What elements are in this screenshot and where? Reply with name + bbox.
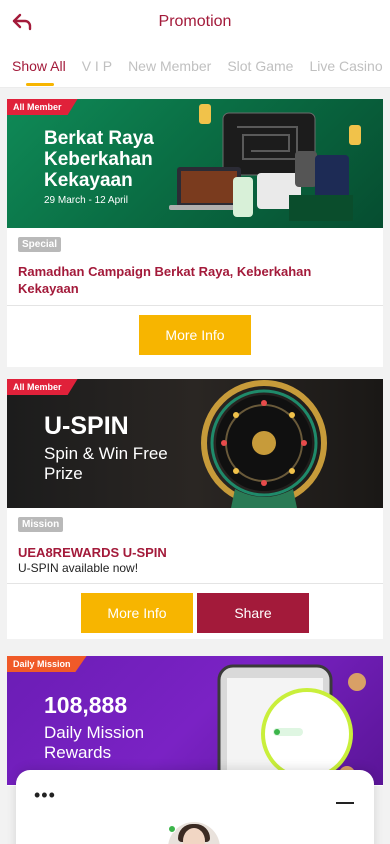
- banner-headline-1: 108,888: [44, 692, 128, 718]
- tag-wrapper: Special: [18, 234, 62, 252]
- ribbon-badge: Daily Mission: [7, 656, 87, 672]
- banner-headline-3: Rewards: [44, 743, 112, 762]
- tag-chip: Special: [18, 237, 62, 252]
- banner-headline-2: Daily Mission: [44, 723, 145, 742]
- banner-headline-1: Berkat Raya: [44, 128, 154, 149]
- banner-headline-1: U-SPIN: [44, 412, 129, 440]
- promo-banner[interactable]: Daily Mission 108,888 Daily Mission Rewa…: [7, 656, 383, 785]
- divider: [7, 305, 383, 306]
- promo-description: U-SPIN available now!: [18, 561, 139, 575]
- banner-headline-2: Spin & Win Free: [44, 444, 168, 463]
- online-status-dot: [168, 825, 176, 833]
- promo-title[interactable]: UEA8REWARDS U-SPIN: [18, 544, 368, 561]
- avatar: [168, 822, 220, 844]
- more-info-button[interactable]: More Info: [139, 315, 251, 355]
- tab-label: Slot Game: [227, 57, 294, 74]
- share-button[interactable]: Share: [197, 593, 309, 633]
- minimize-icon[interactable]: [336, 802, 354, 804]
- tab-vip[interactable]: V I P: [74, 44, 120, 87]
- tag-wrapper: Mission: [18, 514, 64, 532]
- ribbon-badge: All Member: [7, 379, 78, 395]
- back-arrow-icon: [12, 13, 32, 31]
- banner-headline-3: Prize: [44, 464, 83, 483]
- tab-live-casino[interactable]: Live Casino: [301, 44, 390, 87]
- promo-banner[interactable]: All Member U-SPIN Spin & Win Free Prize: [7, 379, 383, 508]
- tab-slot-game[interactable]: Slot Game: [219, 44, 301, 87]
- category-tabs: Show All V I P New Member Slot Game Live…: [0, 44, 390, 88]
- more-info-button[interactable]: More Info: [81, 593, 193, 633]
- promo-card: All Member U-SPIN Spin & Win Free Prize …: [7, 379, 383, 639]
- banner-dates: 29 March - 12 April: [44, 195, 128, 206]
- page-title: Promotion: [158, 13, 232, 30]
- promo-card: Daily Mission 108,888 Daily Mission Rewa…: [7, 656, 383, 786]
- tag-chip: Mission: [18, 517, 64, 532]
- tab-label: V I P: [81, 57, 113, 74]
- divider: [7, 583, 383, 584]
- tab-label: Live Casino: [309, 57, 383, 74]
- active-tab-indicator: [26, 82, 54, 86]
- banner-artwork: [217, 664, 366, 785]
- banner-headline-3: Kekayaan: [44, 170, 133, 191]
- promo-banner[interactable]: All Member Berkat Raya Keberkahan Kekaya…: [7, 99, 383, 228]
- promo-card: All Member Berkat Raya Keberkahan Kekaya…: [7, 99, 383, 367]
- tab-label: New Member: [128, 57, 212, 74]
- tab-new-member[interactable]: New Member: [120, 44, 219, 87]
- banner-headline-2: Keberkahan: [44, 149, 153, 170]
- tab-label: Show All: [12, 57, 66, 74]
- back-button[interactable]: [8, 8, 36, 36]
- ribbon-badge: All Member: [7, 99, 78, 115]
- tab-show-all[interactable]: Show All: [0, 44, 74, 87]
- promotion-screen: Promotion Show All V I P New Member Slot…: [0, 0, 390, 844]
- more-options-icon[interactable]: •••: [34, 786, 56, 804]
- header-bar: Promotion: [0, 0, 390, 44]
- chat-widget-sheet[interactable]: •••: [16, 770, 374, 844]
- promo-title[interactable]: Ramadhan Campaign Berkat Raya, Keberkaha…: [18, 263, 368, 297]
